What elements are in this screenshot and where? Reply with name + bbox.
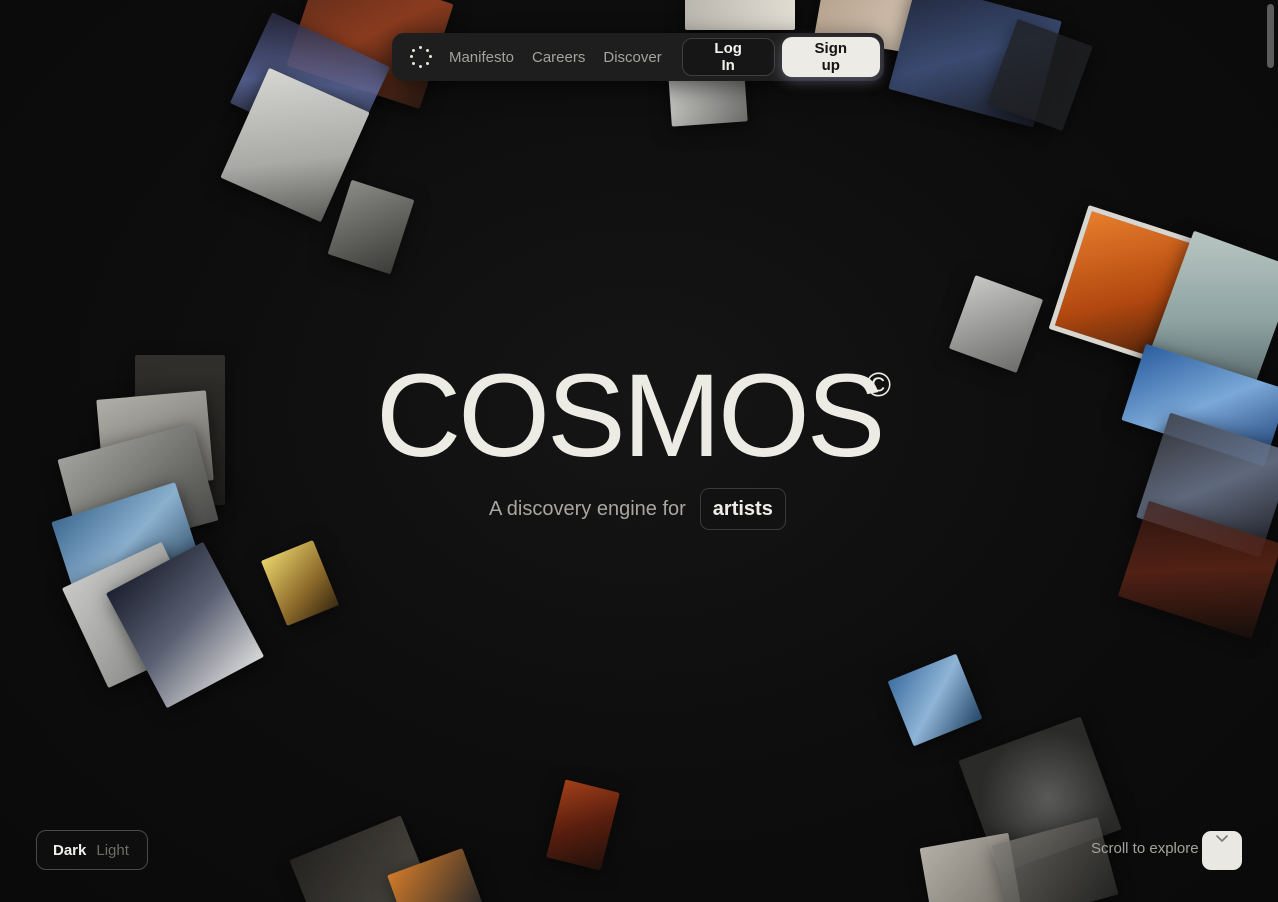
copyright-mark: © <box>866 366 892 404</box>
nav-link-careers[interactable]: Careers <box>532 49 585 66</box>
nav-link-discover[interactable]: Discover <box>603 49 661 66</box>
chevron-down-icon <box>1216 835 1228 842</box>
top-nav: Manifesto Careers Discover Log In Sign u… <box>392 33 884 81</box>
sparkle-dots-icon[interactable] <box>410 46 432 68</box>
theme-dark-option[interactable]: Dark <box>53 842 86 859</box>
image-card[interactable] <box>887 653 983 747</box>
signup-button[interactable]: Sign up <box>781 37 880 77</box>
hero-stage: Manifesto Careers Discover Log In Sign u… <box>0 0 1278 902</box>
image-card[interactable] <box>948 275 1044 373</box>
scroll-down-button[interactable] <box>1202 831 1242 870</box>
tagline-text: A discovery engine for <box>489 497 686 520</box>
image-card[interactable] <box>260 540 340 626</box>
scroll-hint-label: Scroll to explore <box>1091 840 1199 857</box>
tagline: A discovery engine for artists <box>489 488 786 530</box>
theme-light-option[interactable]: Light <box>96 842 129 859</box>
login-button[interactable]: Log In <box>681 38 775 76</box>
image-card[interactable] <box>327 179 415 275</box>
theme-toggle: Dark Light <box>36 830 148 870</box>
nav-link-manifesto[interactable]: Manifesto <box>449 49 514 66</box>
image-card[interactable] <box>546 779 620 871</box>
hero-title: COSMOS <box>376 350 885 482</box>
image-card[interactable] <box>685 0 795 30</box>
tagline-highlight: artists <box>699 488 786 530</box>
page-scrollbar[interactable] <box>1267 4 1274 68</box>
